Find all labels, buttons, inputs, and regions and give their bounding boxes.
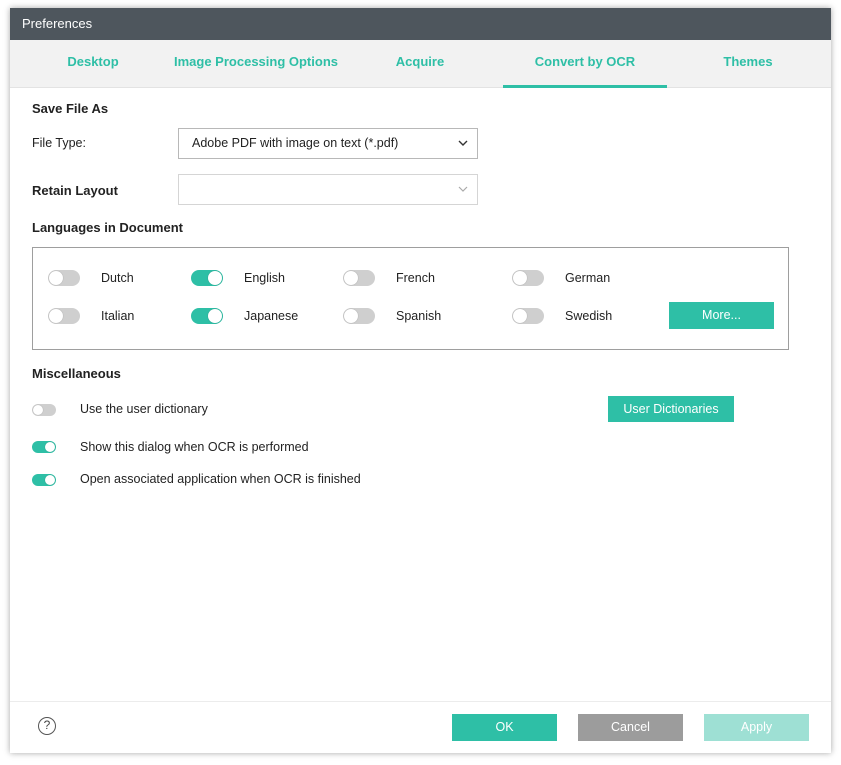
toggle-spanish[interactable] [343,308,375,324]
toggle-open-associated-app[interactable] [32,474,56,486]
miscellaneous-heading: Miscellaneous [32,366,121,381]
toggle-german[interactable] [512,270,544,286]
file-type-value: Adobe PDF with image on text (*.pdf) [192,136,399,150]
ok-button[interactable]: OK [452,714,557,741]
window-title: Preferences [10,8,831,40]
toggle-japanese[interactable] [191,308,223,324]
question-circle-icon[interactable]: ? [38,717,56,735]
language-label-italian: Italian [101,309,135,323]
toggle-french[interactable] [343,270,375,286]
apply-button[interactable]: Apply [704,714,809,741]
language-label-french: French [396,271,435,285]
tab-image-processing-options[interactable]: Image Processing Options [162,40,350,88]
tab-acquire[interactable]: Acquire [350,40,490,88]
chevron-down-icon [458,140,468,146]
toggle-show-dialog-ocr[interactable] [32,441,56,453]
language-label-japanese: Japanese [244,309,299,323]
tab-themes[interactable]: Themes [678,40,818,88]
use-user-dictionary-label: Use the user dictionary [80,402,208,416]
tab-desktop[interactable]: Desktop [24,40,162,88]
file-type-label: File Type: [32,136,86,150]
show-dialog-ocr-label: Show this dialog when OCR is performed [80,440,309,454]
tab-convert-by-ocr[interactable]: Convert by OCR [503,40,667,88]
retain-layout-select[interactable] [178,174,478,205]
language-label-swedish: Swedish [565,309,613,323]
language-label-spanish: Spanish [396,309,442,323]
open-associated-app-label: Open associated application when OCR is … [80,472,361,486]
toggle-use-user-dictionary[interactable] [32,404,56,416]
toggle-dutch[interactable] [48,270,80,286]
more-languages-button[interactable]: More... [669,302,774,329]
save-file-as-heading: Save File As [32,101,109,116]
language-label-german: German [565,271,611,285]
file-type-select[interactable]: Adobe PDF with image on text (*.pdf) [178,128,478,159]
user-dictionaries-button[interactable]: User Dictionaries [608,396,734,422]
preferences-dialog: Preferences Desktop Image Processing Opt… [10,8,831,753]
toggle-english[interactable] [191,270,223,286]
tab-bar: Desktop Image Processing Options Acquire… [10,40,831,88]
toggle-swedish[interactable] [512,308,544,324]
cancel-button[interactable]: Cancel [578,714,683,741]
retain-layout-label: Retain Layout [32,183,118,198]
languages-heading: Languages in Document [32,220,183,235]
language-label-english: English [244,271,285,285]
language-label-dutch: Dutch [101,271,134,285]
toggle-italian[interactable] [48,308,80,324]
chevron-down-icon [458,186,468,192]
languages-box [32,247,789,350]
